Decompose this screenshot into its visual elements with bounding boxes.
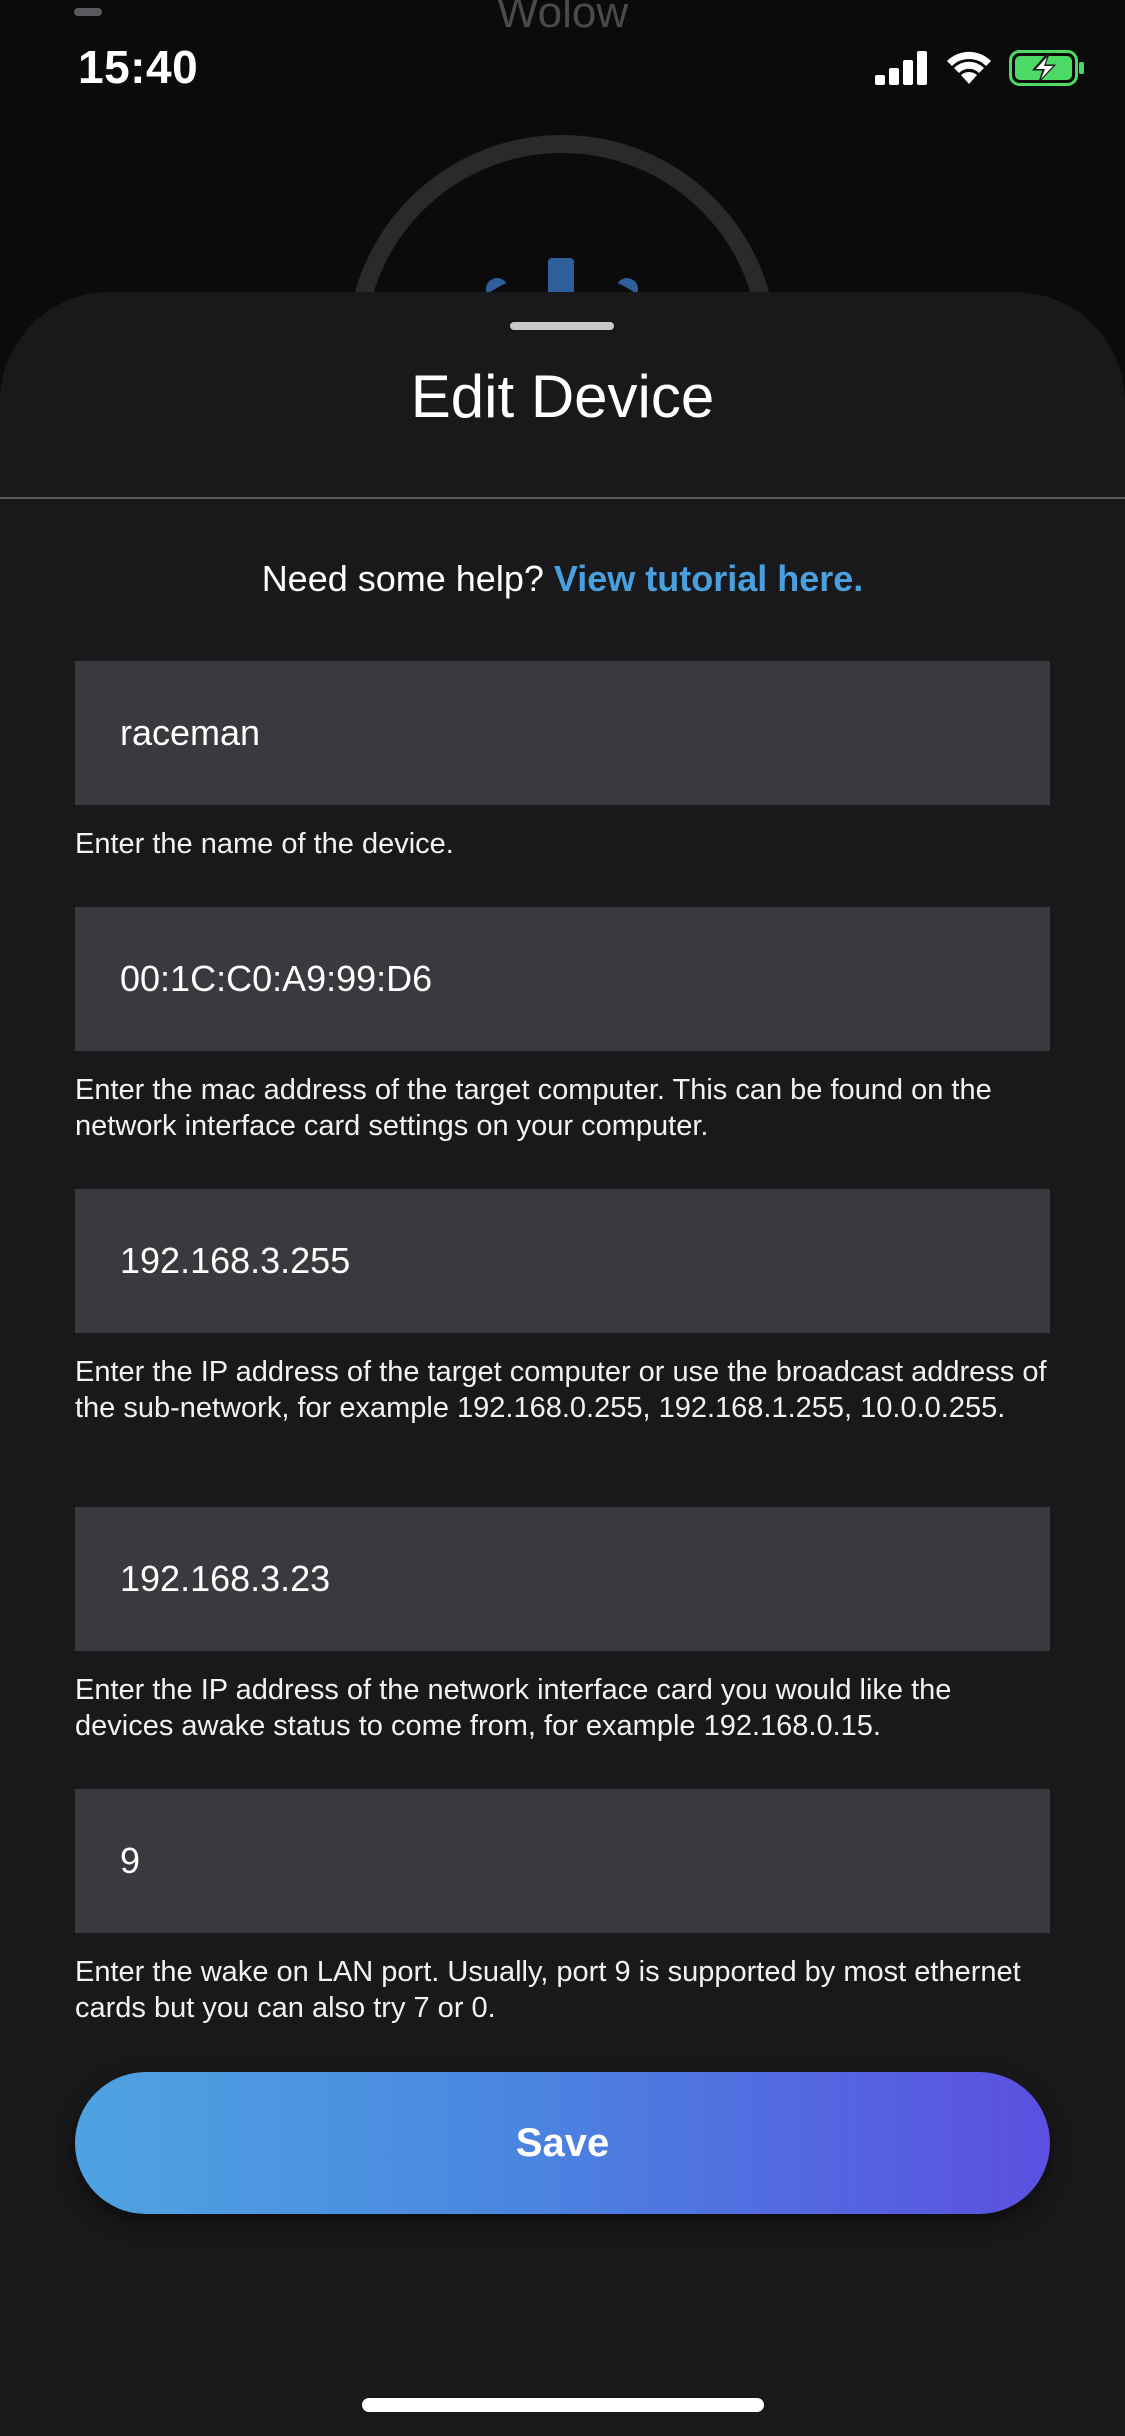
help-line: Need some help? View tutorial here.	[0, 558, 1125, 600]
sheet-divider	[0, 497, 1125, 499]
device-name-field[interactable]	[75, 661, 1050, 805]
status-bar: 15:40	[0, 0, 1125, 140]
status-ip-hint: Enter the IP address of the network inte…	[75, 1674, 952, 1742]
save-button[interactable]: Save	[75, 2072, 1050, 2214]
status-ip-field[interactable]	[75, 1507, 1050, 1651]
mac-address-field[interactable]	[75, 907, 1050, 1051]
help-prefix: Need some help?	[261, 558, 554, 599]
port-field[interactable]	[75, 1789, 1050, 1933]
status-icons	[875, 48, 1085, 92]
port-input[interactable]	[120, 1840, 1050, 1882]
sheet-title: Edit Device	[410, 363, 715, 430]
wifi-icon	[945, 50, 993, 91]
status-ip-input[interactable]	[120, 1558, 1050, 1600]
device-name-hint: Enter the name of the device.	[75, 828, 454, 860]
target-ip-input[interactable]	[120, 1240, 1050, 1282]
device-name-input[interactable]	[120, 712, 1050, 754]
target-ip-hint: Enter the IP address of the target compu…	[75, 1356, 1047, 1424]
edit-device-sheet: Edit Device Need some help? View tutoria…	[0, 292, 1125, 2436]
battery-charging-icon	[1009, 49, 1085, 91]
sheet-grabber[interactable]	[510, 322, 614, 330]
status-time: 15:40	[78, 41, 199, 93]
home-indicator[interactable]	[362, 2398, 764, 2412]
target-ip-field[interactable]	[75, 1189, 1050, 1333]
port-hint: Enter the wake on LAN port. Usually, por…	[75, 1956, 1021, 2024]
mac-address-input[interactable]	[120, 958, 1050, 1000]
cellular-signal-icon	[875, 50, 929, 90]
view-tutorial-link[interactable]: View tutorial here.	[554, 558, 863, 599]
mac-address-hint: Enter the mac address of the target comp…	[75, 1074, 992, 1142]
